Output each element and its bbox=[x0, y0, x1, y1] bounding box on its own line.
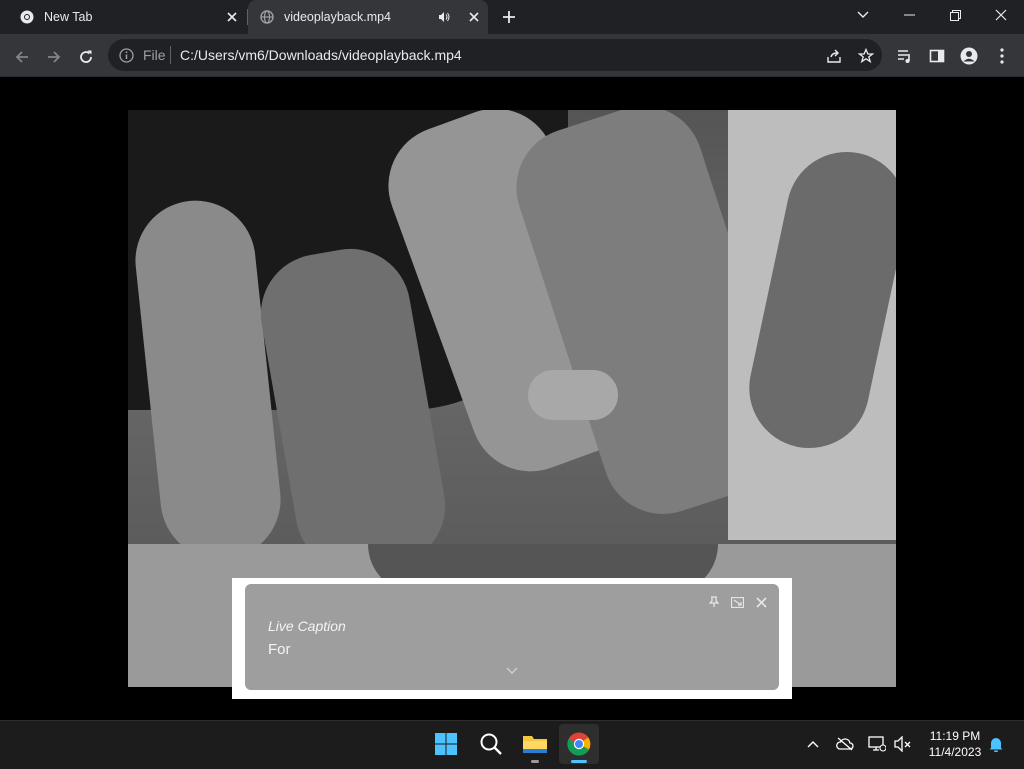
app-indicator bbox=[531, 760, 539, 763]
omnibox-divider bbox=[170, 46, 171, 64]
chevron-down-icon[interactable] bbox=[503, 664, 521, 678]
close-tab-icon[interactable] bbox=[464, 7, 484, 27]
side-panel-icon[interactable] bbox=[926, 45, 948, 67]
close-window-button[interactable] bbox=[978, 0, 1024, 30]
arrow-left-icon bbox=[14, 49, 30, 65]
back-button[interactable] bbox=[10, 45, 34, 69]
url-text[interactable]: C:/Users/vm6/Downloads/videoplayback.mp4 bbox=[180, 47, 462, 63]
close-icon[interactable] bbox=[753, 594, 769, 610]
star-icon[interactable] bbox=[855, 45, 877, 67]
file-explorer-button[interactable] bbox=[515, 724, 555, 764]
kebab-menu-icon[interactable] bbox=[991, 45, 1013, 67]
live-caption-text: For bbox=[268, 641, 291, 658]
media-control-icon[interactable] bbox=[894, 45, 916, 67]
speaker-icon[interactable] bbox=[438, 11, 450, 23]
chrome-icon bbox=[567, 732, 591, 756]
toolbar-divider bbox=[0, 76, 1024, 77]
network-icon[interactable] bbox=[867, 734, 887, 754]
info-icon[interactable] bbox=[118, 47, 134, 63]
volume-muted-icon[interactable] bbox=[893, 734, 913, 754]
chevron-up-icon[interactable] bbox=[803, 734, 823, 754]
scheme-label: File bbox=[143, 47, 166, 63]
tab-new-tab[interactable]: New Tab bbox=[8, 0, 246, 34]
tab-title: videoplayback.mp4 bbox=[284, 10, 392, 24]
video-frame-ring bbox=[528, 370, 618, 420]
share-icon[interactable] bbox=[823, 45, 845, 67]
tab-title: New Tab bbox=[44, 10, 93, 24]
start-button[interactable] bbox=[426, 724, 466, 764]
taskbar-search-button[interactable] bbox=[471, 724, 511, 764]
file-explorer-icon bbox=[522, 733, 548, 755]
live-caption-heading: Live Caption bbox=[268, 618, 346, 634]
reload-button[interactable] bbox=[74, 45, 98, 69]
arrow-right-icon bbox=[46, 49, 62, 65]
start-icon bbox=[434, 732, 458, 756]
cloud-offline-icon[interactable] bbox=[835, 734, 855, 754]
notification-bell-icon[interactable] bbox=[986, 734, 1006, 754]
pin-icon[interactable] bbox=[706, 594, 722, 610]
tab-search-button[interactable] bbox=[840, 0, 886, 30]
restore-button[interactable] bbox=[932, 0, 978, 30]
clock-date[interactable]: 11/4/2023 bbox=[922, 745, 988, 759]
clock-time[interactable]: 11:19 PM bbox=[922, 729, 988, 743]
expand-icon[interactable] bbox=[729, 594, 745, 610]
new-tab-button[interactable] bbox=[498, 7, 520, 27]
search-icon bbox=[479, 732, 503, 756]
chrome-icon bbox=[20, 10, 34, 24]
profile-icon[interactable] bbox=[958, 45, 980, 67]
minimize-button[interactable] bbox=[886, 0, 932, 30]
active-app-indicator bbox=[571, 760, 587, 763]
forward-button[interactable] bbox=[42, 45, 66, 69]
globe-icon bbox=[260, 10, 274, 24]
reload-icon bbox=[78, 49, 94, 65]
close-tab-icon[interactable] bbox=[222, 7, 242, 27]
chrome-taskbar-button[interactable] bbox=[559, 724, 599, 764]
tab-videoplayback[interactable]: videoplayback.mp4 bbox=[248, 0, 488, 34]
